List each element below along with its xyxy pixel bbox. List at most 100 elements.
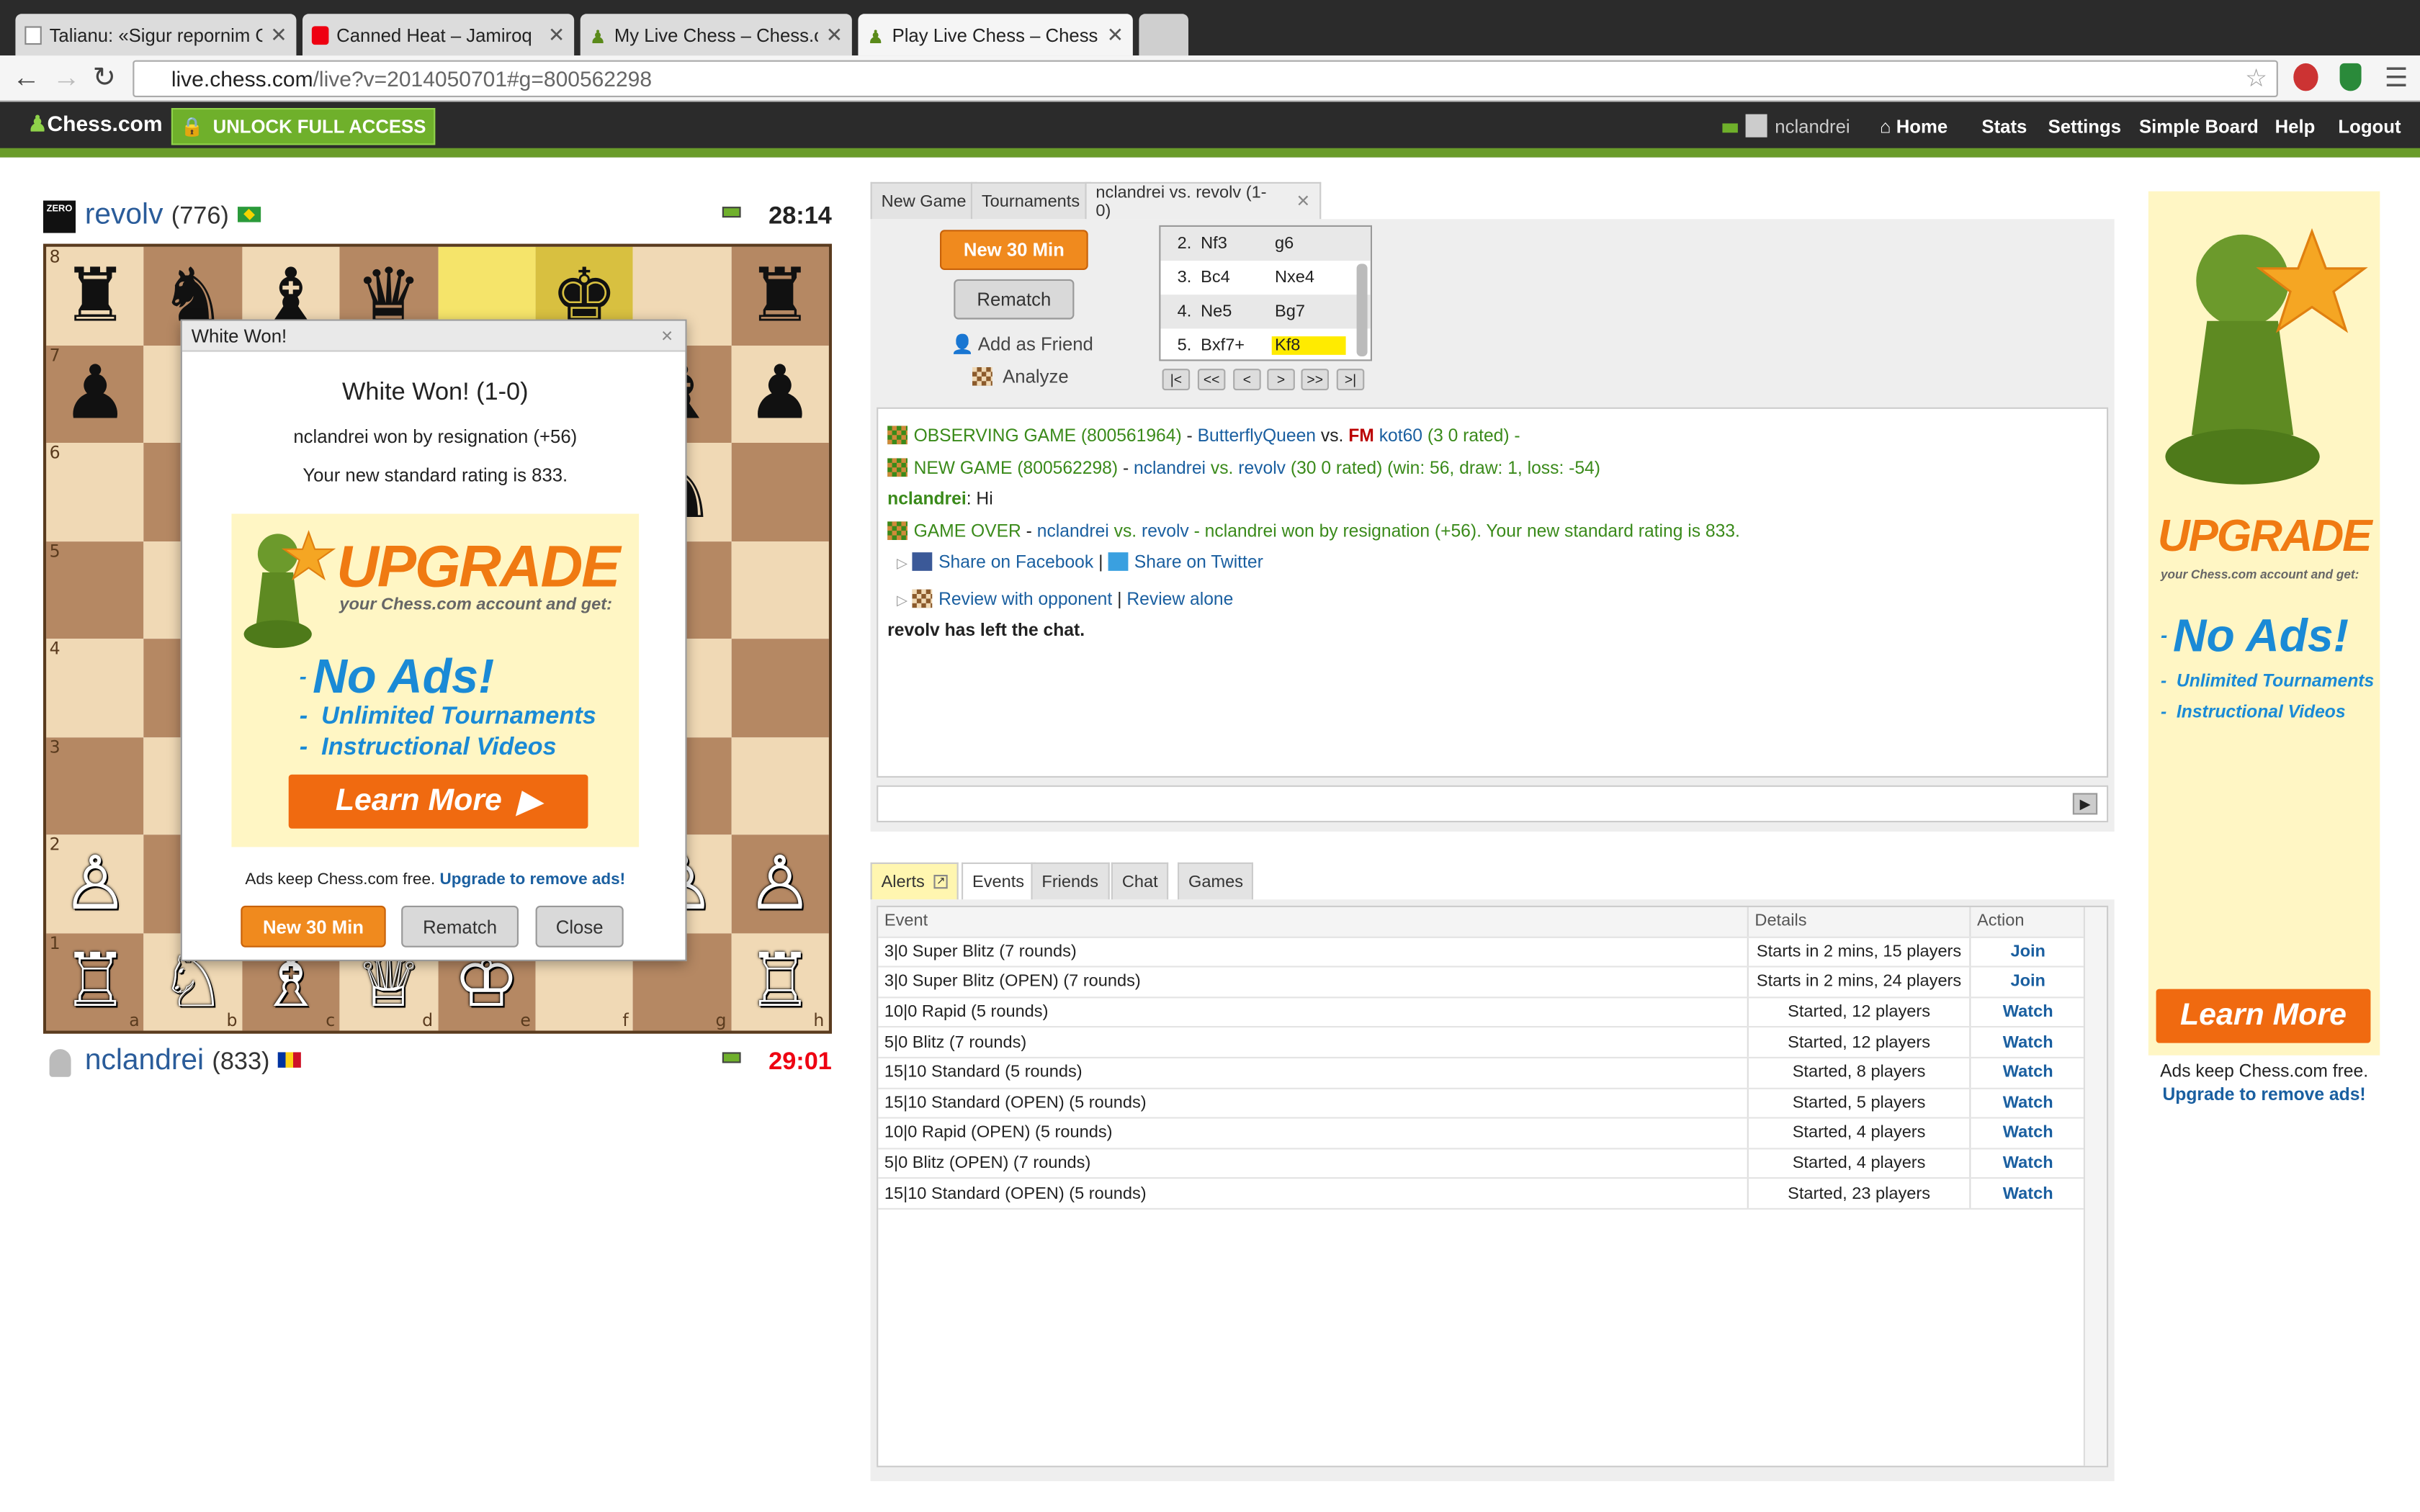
chess-com-logo[interactable]: ♟Chess.com: [28, 111, 163, 137]
simple-board-link[interactable]: Simple Board: [2139, 116, 2259, 138]
side-upgrade-ad[interactable]: UPGRADE your Chess.com account and get: …: [2148, 191, 2380, 1056]
review-alone-link[interactable]: Review alone: [1126, 590, 1233, 609]
help-link[interactable]: Help: [2275, 116, 2316, 138]
popout-icon[interactable]: ↗: [933, 875, 948, 889]
logout-link[interactable]: Logout: [2338, 116, 2401, 138]
address-bar[interactable]: live.chess.com/live?v=2014050701#g=80056…: [133, 60, 2278, 97]
close-button[interactable]: Close: [535, 905, 624, 948]
tab-alerts[interactable]: Alerts ↗: [870, 862, 959, 900]
player-link[interactable]: revolv: [1142, 522, 1189, 541]
square-a6[interactable]: 6: [46, 443, 145, 541]
browser-tab-4[interactable]: ♟ Play Live Chess – Chess.co ✕: [858, 14, 1133, 56]
browser-tab-2[interactable]: Canned Heat – Jamiroq ✕: [302, 14, 575, 56]
reload-icon[interactable]: ↻: [93, 63, 116, 91]
white-move[interactable]: Ne5: [1201, 302, 1272, 321]
white-move[interactable]: Bc4: [1201, 269, 1272, 287]
chess-piece[interactable]: ♙: [747, 847, 813, 921]
chat-user[interactable]: nclandrei: [887, 490, 967, 509]
top-player-name[interactable]: revolv: [85, 199, 163, 231]
tab-current-game[interactable]: nclandrei vs. revolv (1-0) ✕: [1085, 181, 1322, 220]
tab-events[interactable]: Events: [962, 862, 1036, 900]
unlock-full-access-button[interactable]: 🔒 UNLOCK FULL ACCESS: [171, 108, 436, 145]
player-link[interactable]: nclandrei: [1134, 459, 1206, 478]
username-link[interactable]: nclandrei: [1775, 116, 1850, 138]
player-link[interactable]: nclandrei: [1037, 522, 1109, 541]
review-opponent-link[interactable]: Review with opponent: [938, 590, 1112, 609]
new-30-min-button[interactable]: New 30 Min: [940, 230, 1088, 270]
tab-new-game[interactable]: New Game: [870, 181, 977, 220]
rematch-button[interactable]: Rematch: [954, 279, 1075, 320]
avatar[interactable]: [1745, 114, 1767, 138]
white-move[interactable]: Bxf7+: [1201, 336, 1272, 355]
top-player[interactable]: revolv (776): [85, 199, 261, 233]
square-h2[interactable]: ♙: [730, 834, 829, 933]
home-link[interactable]: ⌂ Home: [1880, 116, 1948, 138]
player-link[interactable]: kot60: [1379, 428, 1422, 446]
close-icon[interactable]: ×: [661, 324, 673, 347]
square-a5[interactable]: 5: [46, 541, 145, 639]
back-icon[interactable]: ←: [12, 63, 40, 91]
square-h4[interactable]: [730, 639, 829, 737]
browser-tab-1[interactable]: Talianu: «Sigur repornim C ✕: [15, 14, 297, 56]
square-h5[interactable]: [730, 541, 829, 639]
share-twitter-link[interactable]: Share on Twitter: [1134, 554, 1263, 572]
tab-tournaments[interactable]: Tournaments: [970, 181, 1091, 220]
event-action-link[interactable]: Watch: [1969, 1148, 2085, 1178]
share-facebook-link[interactable]: Share on Facebook: [938, 554, 1093, 572]
square-h6[interactable]: [730, 443, 829, 541]
bottom-player[interactable]: nclandrei (833): [85, 1045, 301, 1079]
back-10-button[interactable]: <<: [1197, 369, 1226, 391]
rematch-button[interactable]: Rematch: [401, 905, 519, 948]
prev-move-button[interactable]: <: [1233, 369, 1261, 391]
event-action-link[interactable]: Watch: [1969, 1058, 2085, 1087]
expand-arrow-icon[interactable]: ▷: [897, 592, 908, 607]
forward-10-button[interactable]: >>: [1301, 369, 1329, 391]
menu-icon[interactable]: ☰: [2385, 63, 2408, 94]
event-action-link[interactable]: Watch: [1969, 1027, 2085, 1057]
send-arrow-icon[interactable]: ▶: [2072, 793, 2098, 815]
chess-piece[interactable]: ♟: [62, 357, 128, 431]
player-link[interactable]: ButterflyQueen: [1198, 428, 1316, 446]
close-tab-icon[interactable]: ✕: [1107, 22, 1124, 47]
event-action-link[interactable]: Watch: [1969, 1118, 2085, 1148]
square-a1[interactable]: ♖ 1 a: [46, 932, 145, 1031]
move-list[interactable]: 2. Nf3 g6 3. Bc4 Nxe4 4. Ne5 Bg7 5. Bxf7…: [1159, 225, 1372, 361]
bookmark-star-icon[interactable]: ☆: [2245, 63, 2267, 94]
square-a4[interactable]: 4: [46, 639, 145, 737]
square-h8[interactable]: ♜: [730, 246, 829, 345]
square-a8[interactable]: ♜ 8: [46, 246, 145, 345]
close-tab-icon[interactable]: ✕: [270, 22, 287, 47]
settings-link[interactable]: Settings: [2048, 116, 2121, 138]
stats-link[interactable]: Stats: [1981, 116, 2027, 138]
chat-input[interactable]: ▶: [877, 785, 2109, 823]
expand-arrow-icon[interactable]: ▷: [897, 555, 908, 570]
tab-friends[interactable]: Friends: [1031, 862, 1110, 900]
forward-icon[interactable]: →: [53, 63, 81, 91]
square-a7[interactable]: ♟ 7: [46, 344, 145, 443]
close-tab-icon[interactable]: ✕: [548, 22, 565, 47]
scrollbar[interactable]: [2083, 907, 2107, 1466]
chess-piece[interactable]: ♖: [747, 945, 813, 1019]
event-action-link[interactable]: Watch: [1969, 1179, 2085, 1208]
new-tab-button[interactable]: [1139, 14, 1188, 56]
square-h1[interactable]: ♖ h: [730, 932, 829, 1031]
chess-piece[interactable]: ♟: [747, 357, 813, 431]
analyze-link[interactable]: Analyze: [972, 366, 1069, 387]
black-move[interactable]: g6: [1272, 235, 1346, 253]
square-h3[interactable]: [730, 737, 829, 835]
player-link[interactable]: revolv: [1238, 459, 1286, 478]
adblock-extension-icon[interactable]: [2293, 63, 2318, 91]
player-avatar[interactable]: ZERO: [43, 200, 76, 233]
close-tab-icon[interactable]: ✕: [826, 22, 843, 47]
close-tab-icon[interactable]: ✕: [1296, 192, 1311, 212]
chess-piece[interactable]: ♜: [747, 258, 813, 333]
bottom-player-name[interactable]: nclandrei: [85, 1045, 204, 1077]
chess-piece[interactable]: ♜: [62, 258, 128, 333]
learn-more-button[interactable]: Learn More ▶: [288, 774, 588, 829]
learn-more-button[interactable]: Learn More: [2156, 989, 2371, 1043]
first-move-button[interactable]: |<: [1162, 369, 1191, 391]
square-h7[interactable]: ♟: [730, 344, 829, 443]
shield-extension-icon[interactable]: [2339, 63, 2362, 91]
upgrade-link[interactable]: Upgrade to remove ads!: [440, 870, 626, 889]
white-move[interactable]: Nf3: [1201, 235, 1272, 253]
